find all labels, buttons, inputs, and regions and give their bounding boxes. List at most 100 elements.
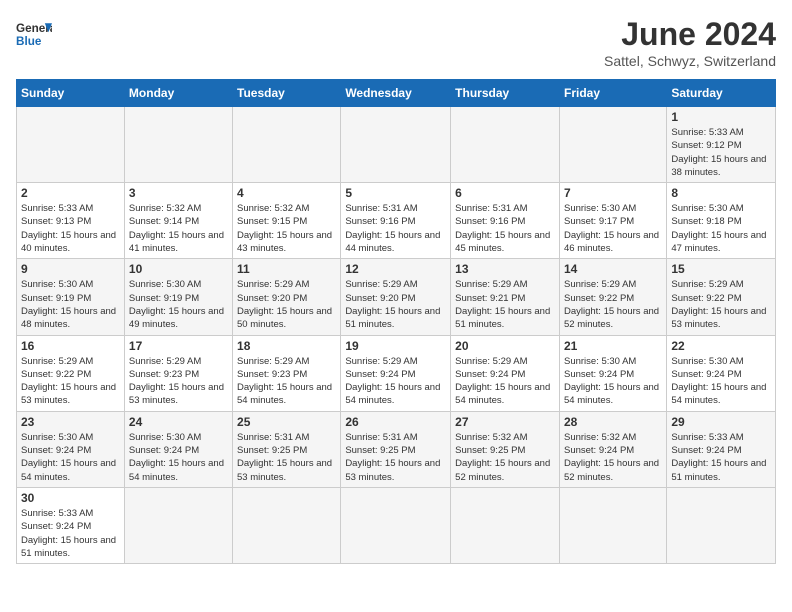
column-header-sunday: Sunday	[17, 80, 125, 107]
calendar-day: 9 Sunrise: 5:30 AM Sunset: 9:19 PM Daylig…	[17, 259, 125, 335]
logo: General Blue	[16, 16, 52, 52]
calendar-day: 29 Sunrise: 5:33 AM Sunset: 9:24 PM Dayli…	[667, 411, 776, 487]
day-number: 25	[237, 415, 336, 429]
title-area: June 2024 Sattel, Schwyz, Switzerland	[604, 16, 776, 69]
day-info: Sunrise: 5:32 AM Sunset: 9:24 PM Dayligh…	[564, 431, 662, 484]
day-number: 18	[237, 339, 336, 353]
calendar-day	[124, 107, 232, 183]
column-header-wednesday: Wednesday	[341, 80, 451, 107]
day-info: Sunrise: 5:29 AM Sunset: 9:23 PM Dayligh…	[129, 355, 228, 408]
calendar-day: 17 Sunrise: 5:29 AM Sunset: 9:23 PM Dayli…	[124, 335, 232, 411]
calendar-day: 30Sunrise: 5:33 AM Sunset: 9:24 PM Dayli…	[17, 487, 125, 563]
calendar-week-4: 16 Sunrise: 5:29 AM Sunset: 9:22 PM Dayli…	[17, 335, 776, 411]
day-info: Sunrise: 5:29 AM Sunset: 9:22 PM Dayligh…	[21, 355, 120, 408]
location-subtitle: Sattel, Schwyz, Switzerland	[604, 53, 776, 69]
calendar-day: 26 Sunrise: 5:31 AM Sunset: 9:25 PM Dayli…	[341, 411, 451, 487]
day-number: 11	[237, 262, 336, 276]
day-info: Sunrise: 5:30 AM Sunset: 9:24 PM Dayligh…	[21, 431, 120, 484]
day-number: 5	[345, 186, 446, 200]
day-number: 15	[671, 262, 771, 276]
day-info: Sunrise: 5:30 AM Sunset: 9:17 PM Dayligh…	[564, 202, 662, 255]
day-number: 29	[671, 415, 771, 429]
day-info: Sunrise: 5:29 AM Sunset: 9:24 PM Dayligh…	[455, 355, 555, 408]
calendar-day: 22 Sunrise: 5:30 AM Sunset: 9:24 PM Dayli…	[667, 335, 776, 411]
calendar-day: 2 Sunrise: 5:33 AM Sunset: 9:13 PM Daylig…	[17, 183, 125, 259]
calendar-day: 20 Sunrise: 5:29 AM Sunset: 9:24 PM Dayli…	[451, 335, 560, 411]
day-number: 12	[345, 262, 446, 276]
day-number: 23	[21, 415, 120, 429]
calendar-day: 28 Sunrise: 5:32 AM Sunset: 9:24 PM Dayli…	[559, 411, 666, 487]
day-info: Sunrise: 5:30 AM Sunset: 9:24 PM Dayligh…	[671, 355, 771, 408]
calendar-day: 25 Sunrise: 5:31 AM Sunset: 9:25 PM Dayli…	[233, 411, 341, 487]
calendar-week-1: 1Sunrise: 5:33 AM Sunset: 9:12 PM Daylig…	[17, 107, 776, 183]
calendar-week-6: 30Sunrise: 5:33 AM Sunset: 9:24 PM Dayli…	[17, 487, 776, 563]
day-info: Sunrise: 5:29 AM Sunset: 9:22 PM Dayligh…	[564, 278, 662, 331]
day-info: Sunrise: 5:33 AM Sunset: 9:13 PM Dayligh…	[21, 202, 120, 255]
calendar-table: SundayMondayTuesdayWednesdayThursdayFrid…	[16, 79, 776, 564]
day-info: Sunrise: 5:33 AM Sunset: 9:12 PM Dayligh…	[671, 126, 771, 179]
day-number: 17	[129, 339, 228, 353]
calendar-day: 3Sunrise: 5:32 AM Sunset: 9:14 PM Daylig…	[124, 183, 232, 259]
day-number: 21	[564, 339, 662, 353]
day-info: Sunrise: 5:31 AM Sunset: 9:25 PM Dayligh…	[237, 431, 336, 484]
day-info: Sunrise: 5:33 AM Sunset: 9:24 PM Dayligh…	[21, 507, 120, 560]
day-number: 20	[455, 339, 555, 353]
day-number: 24	[129, 415, 228, 429]
calendar-day	[341, 487, 451, 563]
day-info: Sunrise: 5:31 AM Sunset: 9:16 PM Dayligh…	[345, 202, 446, 255]
day-number: 6	[455, 186, 555, 200]
column-header-monday: Monday	[124, 80, 232, 107]
day-number: 26	[345, 415, 446, 429]
calendar-day: 13 Sunrise: 5:29 AM Sunset: 9:21 PM Dayli…	[451, 259, 560, 335]
calendar-day: 15Sunrise: 5:29 AM Sunset: 9:22 PM Dayli…	[667, 259, 776, 335]
calendar-header-row: SundayMondayTuesdayWednesdayThursdayFrid…	[17, 80, 776, 107]
day-info: Sunrise: 5:30 AM Sunset: 9:19 PM Dayligh…	[21, 278, 120, 331]
day-info: Sunrise: 5:33 AM Sunset: 9:24 PM Dayligh…	[671, 431, 771, 484]
calendar-day: 6 Sunrise: 5:31 AM Sunset: 9:16 PM Daylig…	[451, 183, 560, 259]
day-info: Sunrise: 5:32 AM Sunset: 9:15 PM Dayligh…	[237, 202, 336, 255]
day-number: 8	[671, 186, 771, 200]
calendar-day: 19 Sunrise: 5:29 AM Sunset: 9:24 PM Dayli…	[341, 335, 451, 411]
day-number: 28	[564, 415, 662, 429]
calendar-day	[559, 107, 666, 183]
day-info: Sunrise: 5:29 AM Sunset: 9:21 PM Dayligh…	[455, 278, 555, 331]
calendar-day: 4 Sunrise: 5:32 AM Sunset: 9:15 PM Daylig…	[233, 183, 341, 259]
calendar-day: 10Sunrise: 5:30 AM Sunset: 9:19 PM Dayli…	[124, 259, 232, 335]
day-number: 4	[237, 186, 336, 200]
day-info: Sunrise: 5:29 AM Sunset: 9:24 PM Dayligh…	[345, 355, 446, 408]
day-info: Sunrise: 5:29 AM Sunset: 9:20 PM Dayligh…	[237, 278, 336, 331]
column-header-tuesday: Tuesday	[233, 80, 341, 107]
day-number: 2	[21, 186, 120, 200]
calendar-day: 14Sunrise: 5:29 AM Sunset: 9:22 PM Dayli…	[559, 259, 666, 335]
column-header-saturday: Saturday	[667, 80, 776, 107]
month-title: June 2024	[604, 16, 776, 53]
calendar-day: 11 Sunrise: 5:29 AM Sunset: 9:20 PM Dayli…	[233, 259, 341, 335]
day-number: 10	[129, 262, 228, 276]
calendar-day: 21 Sunrise: 5:30 AM Sunset: 9:24 PM Dayli…	[559, 335, 666, 411]
day-info: Sunrise: 5:29 AM Sunset: 9:20 PM Dayligh…	[345, 278, 446, 331]
calendar-day	[233, 107, 341, 183]
day-number: 13	[455, 262, 555, 276]
calendar-day: 5 Sunrise: 5:31 AM Sunset: 9:16 PM Daylig…	[341, 183, 451, 259]
calendar-day	[559, 487, 666, 563]
day-info: Sunrise: 5:30 AM Sunset: 9:18 PM Dayligh…	[671, 202, 771, 255]
page-header: General Blue June 2024 Sattel, Schwyz, S…	[16, 16, 776, 69]
day-info: Sunrise: 5:30 AM Sunset: 9:24 PM Dayligh…	[129, 431, 228, 484]
day-number: 19	[345, 339, 446, 353]
calendar-day	[17, 107, 125, 183]
calendar-week-5: 23 Sunrise: 5:30 AM Sunset: 9:24 PM Dayli…	[17, 411, 776, 487]
calendar-day: 1Sunrise: 5:33 AM Sunset: 9:12 PM Daylig…	[667, 107, 776, 183]
day-number: 16	[21, 339, 120, 353]
calendar-week-2: 2 Sunrise: 5:33 AM Sunset: 9:13 PM Daylig…	[17, 183, 776, 259]
day-info: Sunrise: 5:30 AM Sunset: 9:24 PM Dayligh…	[564, 355, 662, 408]
day-info: Sunrise: 5:31 AM Sunset: 9:16 PM Dayligh…	[455, 202, 555, 255]
calendar-day: 24 Sunrise: 5:30 AM Sunset: 9:24 PM Dayli…	[124, 411, 232, 487]
calendar-day	[451, 107, 560, 183]
day-number: 9	[21, 262, 120, 276]
logo-icon: General Blue	[16, 16, 52, 52]
column-header-friday: Friday	[559, 80, 666, 107]
day-number: 22	[671, 339, 771, 353]
day-number: 3	[129, 186, 228, 200]
svg-text:Blue: Blue	[16, 35, 42, 48]
day-info: Sunrise: 5:31 AM Sunset: 9:25 PM Dayligh…	[345, 431, 446, 484]
